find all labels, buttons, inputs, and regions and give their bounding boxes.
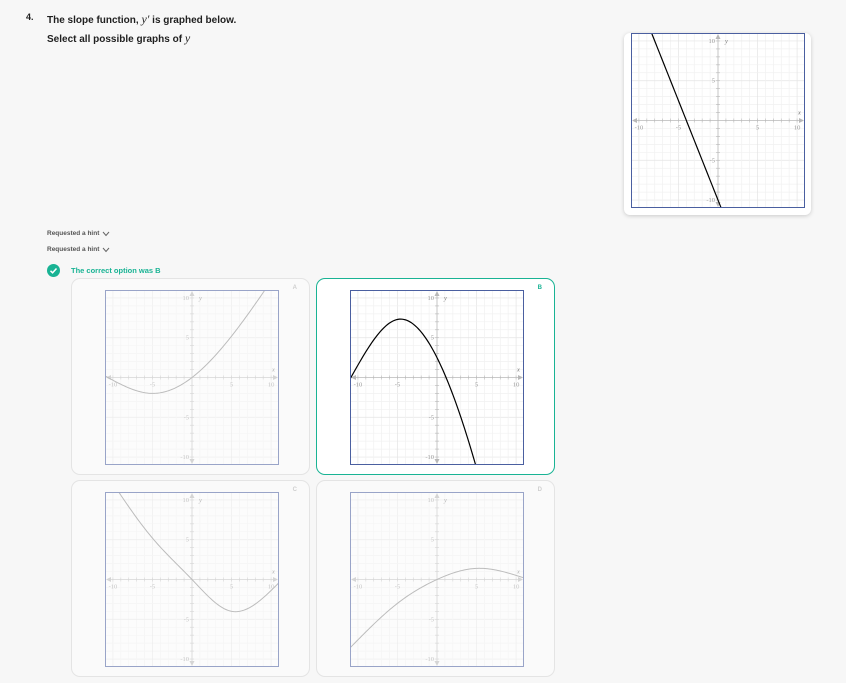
x-axis-label: x	[271, 367, 275, 374]
y-tick-label: -5	[429, 616, 434, 623]
y-tick-label: 10	[183, 497, 190, 504]
x-tick-label: 10	[268, 584, 275, 591]
hint-toggle[interactable]: Requested a hint	[47, 230, 110, 237]
x-tick-label: 5	[230, 382, 233, 389]
x-tick-label: -10	[109, 382, 118, 389]
x-tick-label: -5	[150, 584, 155, 591]
option-letter: A	[292, 285, 297, 291]
y-tick-label: 5	[186, 335, 189, 342]
y-tick-label: 10	[428, 295, 435, 302]
y-tick-label: -5	[429, 414, 434, 421]
option-c-graph: -10 -5 5 10 10 5 -5 -10 x y	[105, 492, 279, 667]
option-b-card[interactable]: B -10 -5 5 10 10 5 -5 -10 x y	[316, 278, 555, 475]
y-axis-label: y	[443, 497, 447, 504]
hint-toggle[interactable]: Requested a hint	[47, 246, 110, 253]
x-tick-label: 10	[513, 382, 520, 389]
option-c-card[interactable]: C -10 -5 5 10 10 5 -5 -10 x y	[71, 480, 310, 677]
function-symbol: y	[184, 31, 191, 45]
option-letter: D	[537, 487, 542, 493]
y-tick-label: -5	[184, 414, 189, 421]
y-tick-label: -5	[184, 616, 189, 623]
x-tick-label: 10	[513, 584, 520, 591]
option-a-graph: -10 -5 5 10 10 5 -5 -10 x y	[105, 290, 279, 465]
x-tick-label: 10	[794, 125, 801, 132]
x-tick-label: 5	[475, 584, 478, 591]
option-letter: B	[537, 285, 542, 291]
option-d-graph: -10 -5 5 10 10 5 -5 -10 x y	[350, 492, 524, 667]
y-tick-label: 10	[709, 38, 716, 45]
x-axis-label: x	[516, 569, 520, 576]
x-axis-label: x	[797, 110, 801, 117]
x-tick-label: 5	[230, 584, 233, 591]
y-tick-label: -10	[180, 656, 189, 663]
x-tick-label: -10	[354, 584, 363, 591]
question-number: 4.	[26, 12, 34, 22]
x-tick-label: 5	[475, 382, 478, 389]
x-tick-label: -10	[354, 382, 363, 389]
x-tick-label: -10	[635, 125, 644, 132]
y-axis-label: y	[198, 295, 202, 302]
question-line-1: The slope function, y′ is graphed below.	[47, 12, 236, 27]
x-tick-label: -10	[109, 584, 118, 591]
hint-label: Requested a hint	[47, 230, 100, 237]
option-a-card[interactable]: A -10 -5 5 10 10 5 -5 -10 x y	[71, 278, 310, 475]
y-tick-label: -10	[706, 197, 715, 204]
x-tick-label: -5	[150, 382, 155, 389]
check-icon	[47, 264, 60, 277]
x-tick-label: -5	[395, 584, 400, 591]
x-tick-label: 10	[268, 382, 275, 389]
question-line-2: Select all possible graphs of y	[47, 31, 190, 46]
y-axis-label: y	[724, 38, 728, 45]
x-axis-label: x	[271, 569, 275, 576]
reference-graph: -10 -5 5 10 10 5 -5 -10 x y	[631, 33, 805, 208]
hint-label: Requested a hint	[47, 246, 100, 253]
x-axis-label: x	[516, 367, 520, 374]
x-tick-label: 5	[756, 125, 759, 132]
question-text: Select all possible graphs of	[47, 34, 185, 45]
x-tick-label: -5	[395, 382, 400, 389]
y-axis-label: y	[198, 497, 202, 504]
y-axis-label: y	[443, 295, 447, 302]
y-tick-label: 5	[431, 537, 434, 544]
chevron-down-icon	[102, 247, 110, 252]
y-tick-label: 10	[428, 497, 435, 504]
y-tick-label: 5	[712, 78, 715, 85]
option-b-graph: -10 -5 5 10 10 5 -5 -10 x y	[350, 290, 524, 465]
y-tick-label: 5	[186, 537, 189, 544]
reference-graph-card: -10 -5 5 10 10 5 -5 -10 x y	[624, 33, 811, 215]
question-text: The slope function,	[47, 15, 142, 26]
option-letter: C	[292, 487, 297, 493]
y-tick-label: 5	[431, 335, 434, 342]
feedback-text: The correct option was B	[71, 266, 161, 275]
chevron-down-icon	[102, 231, 110, 236]
x-tick-label: -5	[676, 125, 681, 132]
question-text: is graphed below.	[149, 15, 237, 26]
option-d-card[interactable]: D -10 -5 5 10 10 5 -5 -10 x y	[316, 480, 555, 677]
y-tick-label: -10	[425, 454, 434, 461]
y-tick-label: -10	[425, 656, 434, 663]
y-tick-label: -5	[710, 157, 715, 164]
y-tick-label: -10	[180, 454, 189, 461]
y-tick-label: 10	[183, 295, 190, 302]
